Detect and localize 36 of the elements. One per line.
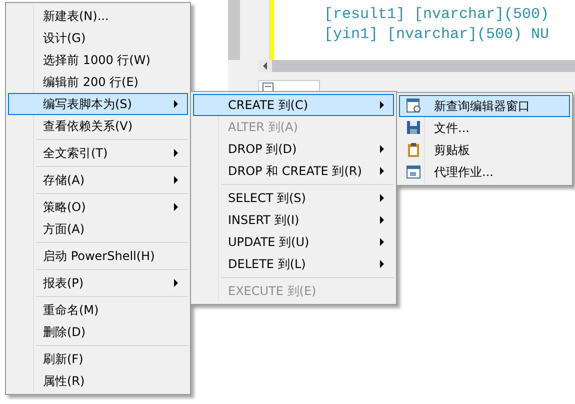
menu-item[interactable]: 属性(R) <box>8 370 188 392</box>
scroll-left-icon[interactable] <box>258 60 272 72</box>
menu-item[interactable]: 编写表脚本为(S) <box>8 93 188 115</box>
menu-item[interactable]: 设计(G) <box>8 27 188 49</box>
menu-item[interactable]: SELECT 到(S) <box>193 187 394 209</box>
menu-item[interactable]: CREATE 到(C) <box>193 94 394 116</box>
menu-item[interactable]: 编辑前 200 行(E) <box>8 71 188 93</box>
menu-item[interactable]: 启动 PowerShell(H) <box>8 245 188 267</box>
menu-item[interactable]: UPDATE 到(U) <box>193 231 394 253</box>
menu-item[interactable]: 新建表(N)... <box>8 5 188 27</box>
menu-item[interactable]: 查看依赖关系(V) <box>8 115 188 137</box>
menu-item[interactable]: 剪贴板 <box>399 139 570 161</box>
menu-item[interactable]: 新查询编辑器窗口 <box>399 95 570 117</box>
menu-item[interactable]: 方面(A) <box>8 218 188 240</box>
menu-item[interactable]: 存储(A) <box>8 169 188 191</box>
menu-item[interactable]: 刷新(F) <box>8 348 188 370</box>
menu-item[interactable]: INSERT 到(I) <box>193 209 394 231</box>
query-window-icon <box>406 98 422 114</box>
change-marker-bar <box>270 0 274 60</box>
menu-item[interactable]: 策略(O) <box>8 196 188 218</box>
vertical-scrollbar[interactable] <box>228 0 240 60</box>
clipboard-icon <box>406 142 422 158</box>
code-line: [result1] [nvarchar](500) <box>324 5 550 25</box>
menu-item[interactable]: 报表(P) <box>8 272 188 294</box>
menu-item[interactable]: 重命名(M) <box>8 299 188 321</box>
job-window-icon <box>406 164 422 180</box>
code-line: [yin1] [nvarchar](500) NU <box>324 25 550 45</box>
menu-item[interactable]: 选择前 1000 行(W) <box>8 49 188 71</box>
menu-item[interactable]: DROP 和 CREATE 到(R) <box>193 160 394 182</box>
menu-item[interactable]: 文件... <box>399 117 570 139</box>
menu-item[interactable]: 代理作业... <box>399 161 570 183</box>
menu-item[interactable]: DELETE 到(L) <box>193 253 394 275</box>
horizontal-scrollbar[interactable] <box>258 60 575 72</box>
menu-item[interactable]: 全文索引(T) <box>8 142 188 164</box>
menu-item[interactable]: DROP 到(D) <box>193 138 394 160</box>
menu-item[interactable]: 删除(D) <box>8 321 188 343</box>
